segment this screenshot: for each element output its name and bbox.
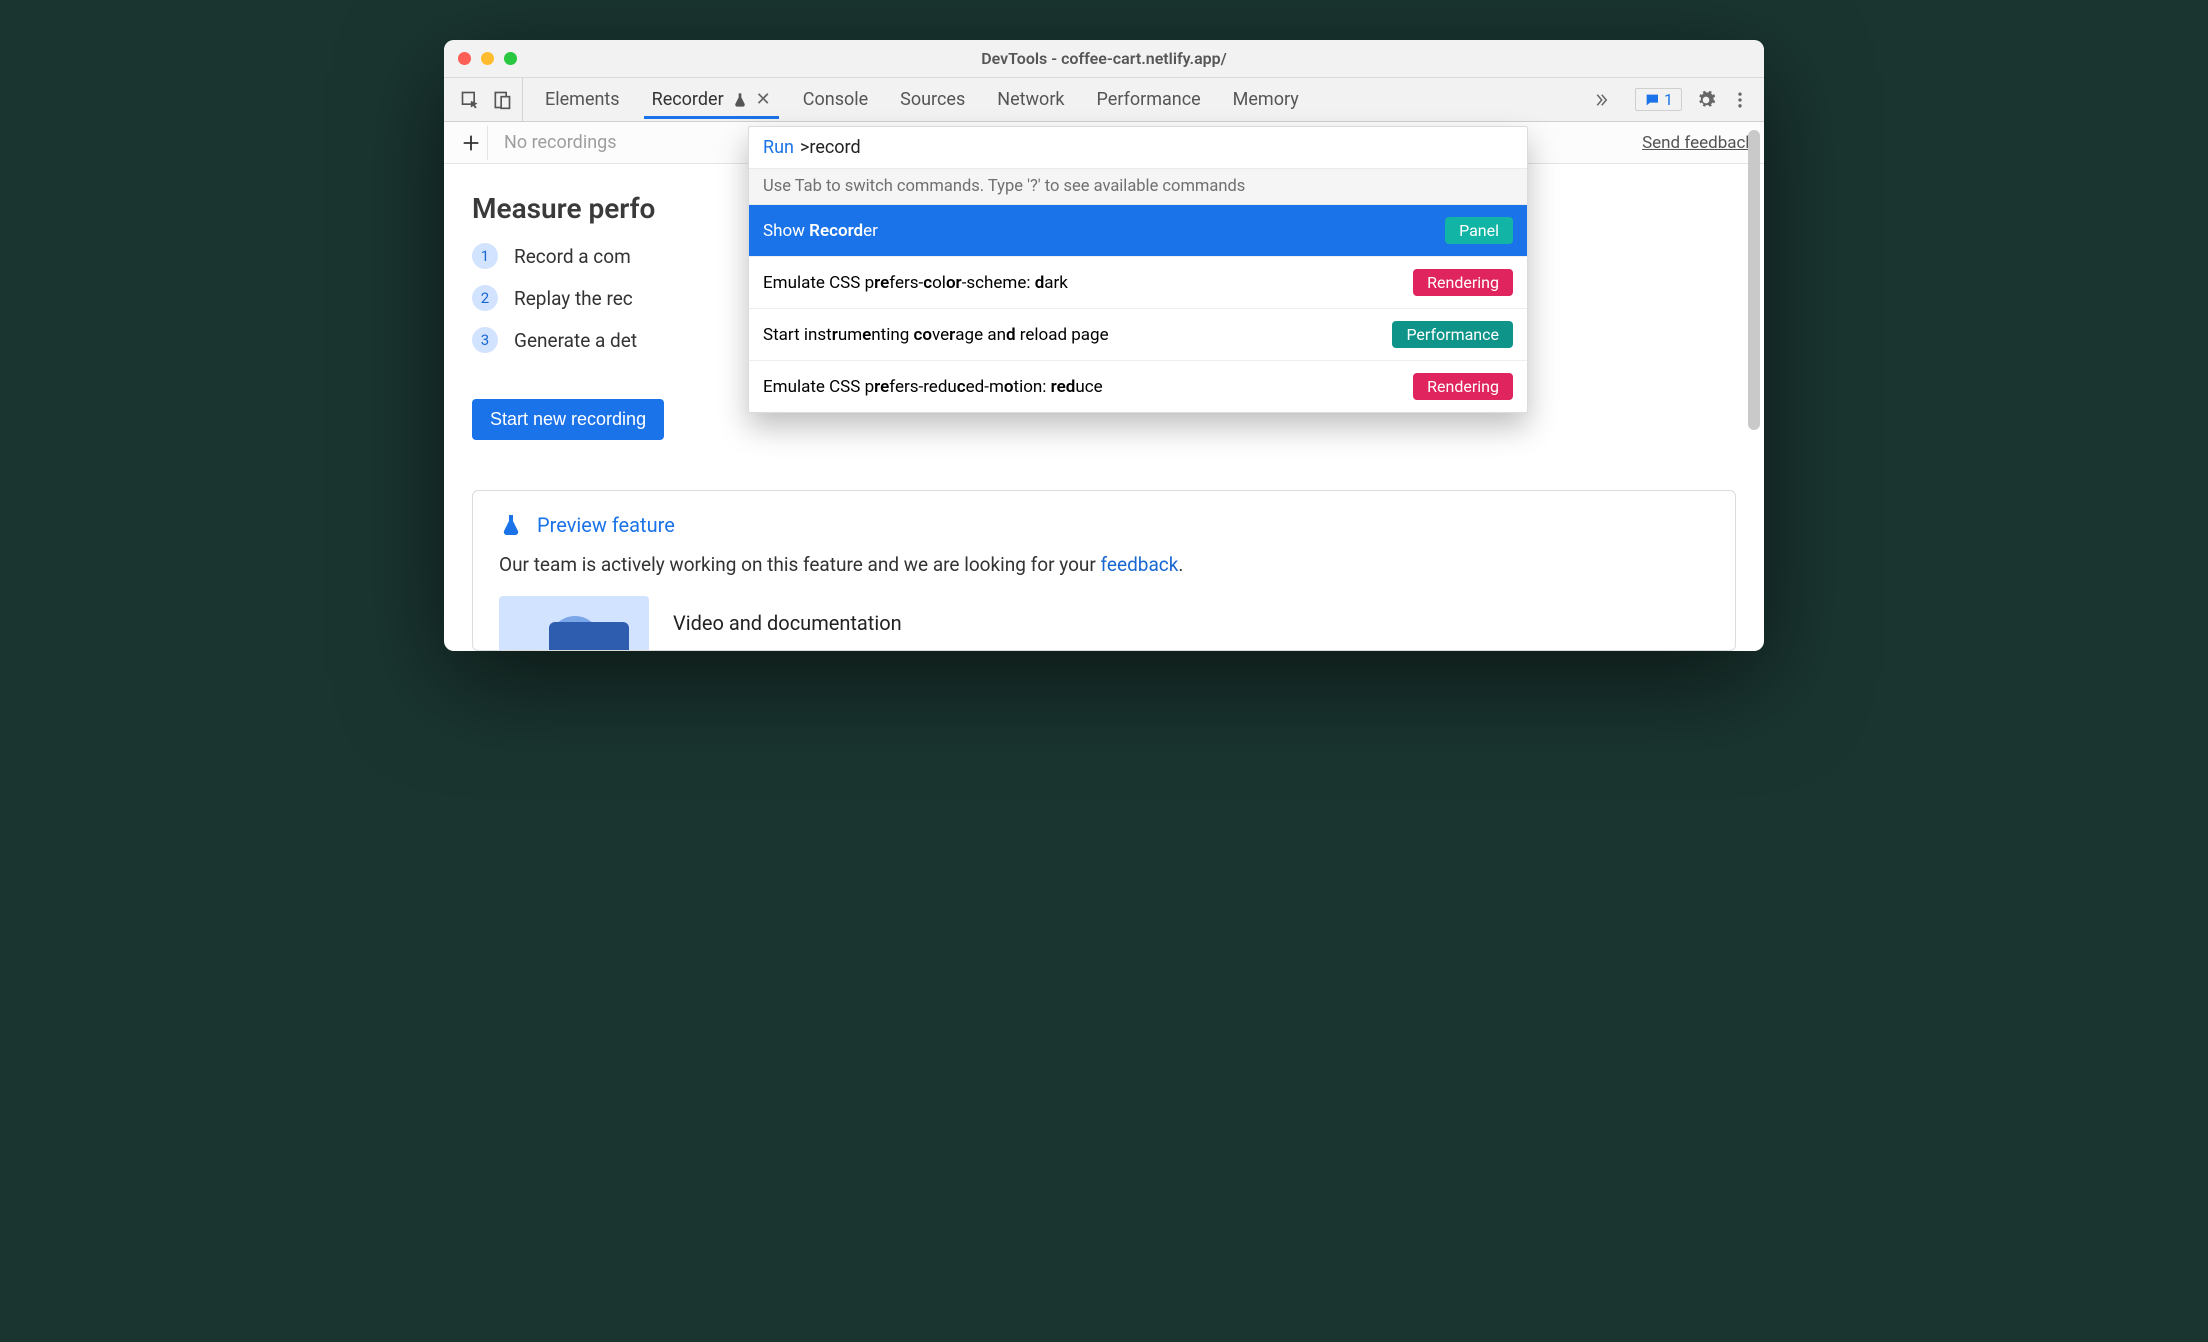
tab-strip: Elements Recorder ✕ Console Sources Network Pe… (444, 78, 1764, 122)
inspect-icon[interactable] (460, 90, 480, 110)
tab-label: Sources (900, 89, 965, 110)
preview-text-after: . (1178, 553, 1183, 576)
devtools-window: DevTools - coffee-cart.netlify.app/ Elem… (444, 40, 1764, 651)
feedback-link[interactable]: feedback (1101, 553, 1179, 576)
more-tabs-icon[interactable] (1591, 90, 1611, 110)
new-recording-button[interactable] (454, 126, 488, 160)
step-label: Record a com (514, 245, 631, 268)
preview-title: Preview feature (537, 513, 675, 537)
tab-performance[interactable]: Performance (1093, 81, 1205, 118)
tab-network[interactable]: Network (993, 81, 1068, 118)
palette-item-label: Show Recorder (763, 221, 878, 241)
tab-label: Elements (545, 89, 620, 110)
issues-badge[interactable]: 1 (1635, 88, 1682, 111)
step-label: Generate a det (514, 329, 637, 352)
video-doc-label: Video and documentation (673, 611, 902, 635)
tab-sources[interactable]: Sources (896, 81, 969, 118)
tab-elements[interactable]: Elements (541, 81, 624, 118)
palette-item-badge: Rendering (1413, 269, 1513, 296)
tab-label: Console (803, 89, 868, 110)
settings-icon[interactable] (1696, 90, 1716, 110)
video-doc-row: Video and documentation (499, 596, 1709, 650)
flask-icon (499, 513, 523, 537)
palette-run-label: Run (763, 137, 794, 158)
palette-item[interactable]: Emulate CSS prefers-color-scheme: dark Re… (749, 257, 1527, 309)
palette-item[interactable]: Emulate CSS prefers-reduced-motion: redu… (749, 361, 1527, 412)
window-title: DevTools - coffee-cart.netlify.app/ (444, 49, 1764, 68)
step-label: Replay the rec (514, 287, 633, 310)
titlebar: DevTools - coffee-cart.netlify.app/ (444, 40, 1764, 78)
send-feedback-link[interactable]: Send feedback (1642, 133, 1754, 153)
tab-console[interactable]: Console (799, 81, 872, 118)
palette-hint: Use Tab to switch commands. Type '?' to … (749, 168, 1527, 205)
step-number: 2 (472, 285, 498, 311)
palette-query: >record (800, 137, 861, 158)
kebab-menu-icon[interactable] (1730, 90, 1750, 110)
flask-icon (732, 92, 748, 108)
tab-close-icon[interactable]: ✕ (756, 89, 771, 110)
issues-count: 1 (1664, 90, 1673, 109)
no-recordings-label: No recordings (504, 132, 617, 153)
palette-item-badge: Performance (1392, 321, 1513, 348)
tab-memory[interactable]: Memory (1229, 81, 1303, 118)
palette-item-label: Emulate CSS prefers-color-scheme: dark (763, 273, 1068, 293)
tab-label: Recorder (652, 89, 724, 110)
video-thumbnail[interactable] (499, 596, 649, 650)
palette-item-label: Start instrumenting coverage and reload … (763, 325, 1109, 345)
preview-feature-box: Preview feature Our team is actively wor… (472, 490, 1736, 651)
tab-label: Memory (1233, 89, 1299, 110)
command-palette: Run >record Use Tab to switch commands. … (748, 126, 1528, 413)
tab-label: Network (997, 89, 1064, 110)
preview-text-before: Our team is actively working on this fea… (499, 553, 1101, 576)
tab-label: Performance (1097, 89, 1201, 110)
palette-item-badge: Panel (1445, 217, 1513, 244)
palette-item[interactable]: Show Recorder Panel (749, 205, 1527, 257)
palette-item[interactable]: Start instrumenting coverage and reload … (749, 309, 1527, 361)
palette-item-badge: Rendering (1413, 373, 1513, 400)
step-number: 1 (472, 243, 498, 269)
start-new-recording-button[interactable]: Start new recording (472, 399, 664, 440)
step-number: 3 (472, 327, 498, 353)
palette-input-row[interactable]: Run >record (749, 127, 1527, 168)
device-toolbar-icon[interactable] (492, 90, 512, 110)
tab-recorder[interactable]: Recorder ✕ (648, 81, 775, 118)
preview-text: Our team is actively working on this fea… (499, 553, 1709, 576)
palette-item-label: Emulate CSS prefers-reduced-motion: redu… (763, 377, 1103, 397)
